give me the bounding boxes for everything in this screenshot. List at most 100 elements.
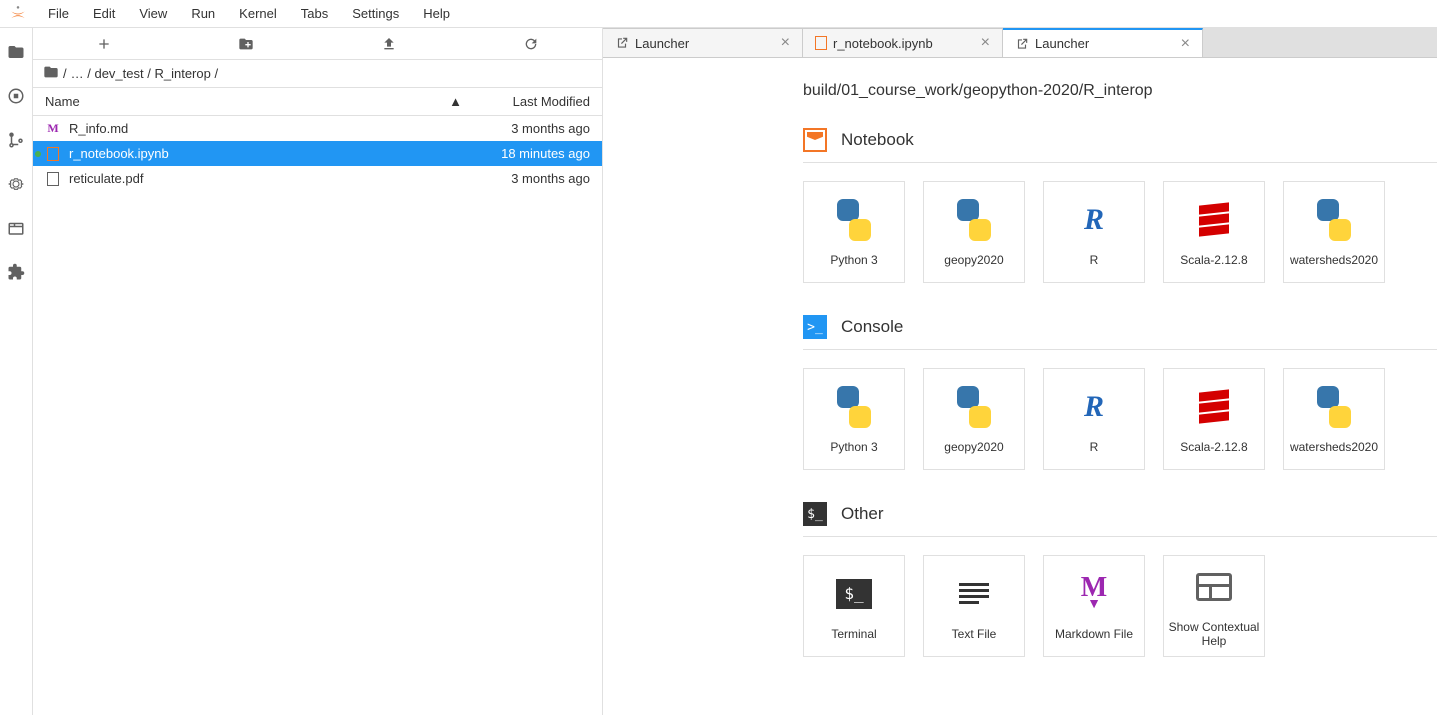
- launcher-card[interactable]: watersheds2020: [1283, 181, 1385, 283]
- tabs-tab-icon[interactable]: [6, 218, 26, 238]
- terminal-icon: $_: [836, 579, 872, 609]
- launcher-panel: build/01_course_work/geopython-2020/R_in…: [603, 58, 1437, 715]
- r-icon: R: [1084, 203, 1104, 237]
- launcher-card[interactable]: $_ Terminal: [803, 555, 905, 657]
- file-name: r_notebook.ipynb: [69, 146, 470, 161]
- close-icon[interactable]: ×: [1177, 36, 1194, 52]
- card-label: Scala-2.12.8: [1176, 253, 1251, 267]
- new-folder-button[interactable]: [175, 28, 317, 59]
- section-title: Other: [841, 504, 884, 524]
- notebook-section: Notebook Python 3geopy2020RRScala-2.12.8…: [803, 128, 1437, 283]
- close-icon[interactable]: ×: [777, 35, 794, 51]
- content-area: Launcher×r_notebook.ipynb×Launcher× buil…: [603, 28, 1437, 715]
- file-modified: 18 minutes ago: [470, 146, 590, 161]
- column-modified[interactable]: Last Modified: [470, 94, 590, 109]
- card-label: geopy2020: [940, 253, 1007, 267]
- card-label: Markdown File: [1051, 627, 1137, 641]
- launcher-card[interactable]: watersheds2020: [1283, 368, 1385, 470]
- folder-icon[interactable]: [43, 64, 59, 83]
- tab[interactable]: Launcher×: [1003, 28, 1203, 57]
- refresh-button[interactable]: [460, 28, 602, 59]
- menu-edit[interactable]: Edit: [81, 2, 127, 25]
- python-icon: [833, 386, 875, 428]
- section-header: >_ Console: [803, 315, 1437, 350]
- other-section: $_ Other $_ Terminal Text FileM▼Markdown F…: [803, 502, 1437, 657]
- console-section: >_ Console Python 3 geopy2020 RRScala-2.12…: [803, 315, 1437, 470]
- running-indicator-icon: [35, 151, 41, 157]
- breadcrumb-segment[interactable]: …: [71, 66, 84, 81]
- launcher-card[interactable]: Scala-2.12.8: [1163, 368, 1265, 470]
- breadcrumb: / … / dev_test / R_interop /: [33, 60, 602, 88]
- file-list: MR_info.md3 months agor_notebook.ipynb18…: [33, 116, 602, 715]
- git-tab-icon[interactable]: [6, 130, 26, 150]
- launcher-card[interactable]: Scala-2.12.8: [1163, 181, 1265, 283]
- launcher-card[interactable]: geopy2020: [923, 181, 1025, 283]
- breadcrumb-segment[interactable]: R_interop: [154, 66, 210, 81]
- launcher-card[interactable]: Python 3: [803, 368, 905, 470]
- filebrowser-header: Name ▲ Last Modified: [33, 88, 602, 116]
- section-header: Notebook: [803, 128, 1437, 163]
- launcher-icon: [1015, 37, 1029, 51]
- running-tab-icon[interactable]: [6, 86, 26, 106]
- launcher-card[interactable]: RR: [1043, 368, 1145, 470]
- python-icon: [953, 386, 995, 428]
- breadcrumb-sep: /: [211, 66, 218, 81]
- launcher-card[interactable]: RR: [1043, 181, 1145, 283]
- scala-icon: [1199, 203, 1229, 237]
- menu-help[interactable]: Help: [411, 2, 462, 25]
- menu-tabs[interactable]: Tabs: [289, 2, 340, 25]
- other-section-icon: $_: [803, 502, 827, 526]
- section-title: Console: [841, 317, 903, 337]
- python-icon: [953, 199, 995, 241]
- menu-run[interactable]: Run: [179, 2, 227, 25]
- launcher-path: build/01_course_work/geopython-2020/R_in…: [803, 82, 1437, 100]
- column-name[interactable]: Name: [45, 94, 449, 109]
- breadcrumb-segment[interactable]: dev_test: [94, 66, 143, 81]
- notebook-file-icon: [47, 147, 59, 161]
- section-title: Notebook: [841, 130, 914, 150]
- file-row[interactable]: reticulate.pdf3 months ago: [33, 166, 602, 191]
- jupyter-logo-icon: [8, 4, 28, 24]
- main-area: / … / dev_test / R_interop / Name ▲ Last…: [0, 28, 1437, 715]
- card-label: geopy2020: [940, 440, 1007, 454]
- tab[interactable]: Launcher ×: [603, 28, 803, 57]
- menu-settings[interactable]: Settings: [340, 2, 411, 25]
- launcher-card[interactable]: Text File: [923, 555, 1025, 657]
- settings-tab-icon[interactable]: [6, 174, 26, 194]
- pdf-file-icon: [47, 172, 59, 186]
- breadcrumb-sep: /: [84, 66, 95, 81]
- tab[interactable]: r_notebook.ipynb×: [803, 28, 1003, 57]
- launcher-card[interactable]: M▼Markdown File: [1043, 555, 1145, 657]
- tab-label: Launcher: [635, 36, 769, 51]
- markdown-file-icon: M: [47, 121, 58, 136]
- tab-bar: Launcher×r_notebook.ipynb×Launcher×: [603, 28, 1437, 58]
- file-name: R_info.md: [69, 121, 470, 136]
- card-label: Terminal: [827, 627, 880, 641]
- launcher-card[interactable]: geopy2020: [923, 368, 1025, 470]
- upload-button[interactable]: [318, 28, 460, 59]
- launcher-card[interactable]: Show Contextual Help: [1163, 555, 1265, 657]
- new-launcher-button[interactable]: [33, 28, 175, 59]
- menu-file[interactable]: File: [36, 2, 81, 25]
- card-label: watersheds2020: [1286, 440, 1382, 454]
- section-header: $_ Other: [803, 502, 1437, 537]
- menu-view[interactable]: View: [127, 2, 179, 25]
- python-icon: [1313, 386, 1355, 428]
- sort-asc-icon[interactable]: ▲: [449, 94, 462, 109]
- file-row[interactable]: r_notebook.ipynb18 minutes ago: [33, 141, 602, 166]
- breadcrumb-sep: /: [63, 66, 67, 81]
- text-file-icon: [959, 583, 989, 604]
- filebrowser-tab-icon[interactable]: [6, 42, 26, 62]
- menu-kernel[interactable]: Kernel: [227, 2, 289, 25]
- extensions-tab-icon[interactable]: [6, 262, 26, 282]
- file-row[interactable]: M R_info.md3 months ago: [33, 116, 602, 141]
- r-icon: R: [1084, 390, 1104, 424]
- card-label: R: [1086, 253, 1103, 267]
- filebrowser-toolbar: [33, 28, 602, 60]
- close-icon[interactable]: ×: [977, 35, 994, 51]
- card-label: Show Contextual Help: [1164, 620, 1264, 649]
- file-modified: 3 months ago: [470, 121, 590, 136]
- scala-icon: [1199, 390, 1229, 424]
- file-browser: / … / dev_test / R_interop / Name ▲ Last…: [33, 28, 603, 715]
- launcher-card[interactable]: Python 3: [803, 181, 905, 283]
